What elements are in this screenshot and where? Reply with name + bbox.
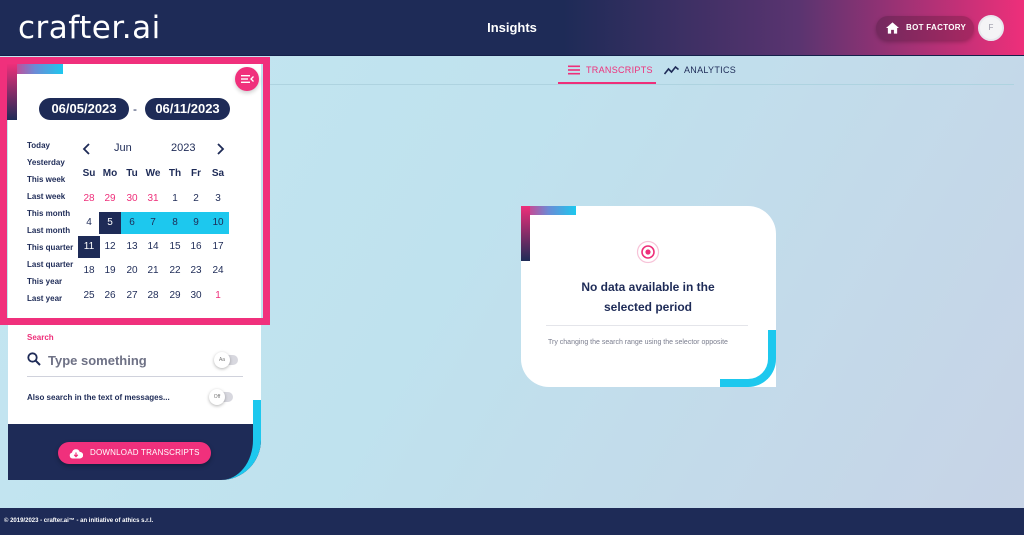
target-icon xyxy=(636,240,660,264)
top-bar: crafter.ai Insights BOT FACTORY F xyxy=(0,0,1024,56)
calendar-day[interactable]: 17 xyxy=(207,236,229,258)
tabs-divider xyxy=(270,84,1014,85)
empty-state-title-line: No data available in the xyxy=(581,280,715,294)
weekday-label: Th xyxy=(168,168,182,179)
weekday-label: Sa xyxy=(211,168,225,179)
weekday-label: Tu xyxy=(126,168,138,179)
calendar-day[interactable]: 28 xyxy=(142,285,164,307)
preset-last-week[interactable]: Last week xyxy=(27,192,65,201)
calendar-day[interactable]: 2 xyxy=(185,188,207,210)
calendar-day[interactable]: 16 xyxy=(185,236,207,258)
preset-yesterday[interactable]: Yesterday xyxy=(27,158,65,167)
calendar-day[interactable]: 12 xyxy=(99,236,121,258)
trend-chart-icon xyxy=(664,65,679,75)
search-input[interactable] xyxy=(48,351,208,369)
calendar-day[interactable]: 21 xyxy=(142,260,164,282)
calendar-day[interactable]: 7 xyxy=(142,212,164,234)
end-date-pill[interactable]: 06/11/2023 xyxy=(145,98,230,120)
calendar-day[interactable]: 13 xyxy=(121,236,143,258)
bot-factory-button[interactable]: BOT FACTORY xyxy=(876,16,974,40)
calendar-day[interactable]: 9 xyxy=(185,212,207,234)
calendar-day[interactable]: 10 xyxy=(207,212,229,234)
case-sensitive-toggle[interactable]: Aa xyxy=(214,352,238,368)
calendar-day[interactable]: 28 xyxy=(78,188,100,210)
weekday-label: Fr xyxy=(191,168,201,179)
list-icon xyxy=(568,65,580,75)
calendar-day[interactable]: 27 xyxy=(121,285,143,307)
calendar-day[interactable]: 6 xyxy=(121,212,143,234)
tab-analytics[interactable]: ANALYTICS xyxy=(664,64,754,84)
cloud-download-icon xyxy=(69,449,83,459)
calendar-day[interactable]: 8 xyxy=(164,212,186,234)
weekday-label: Mo xyxy=(102,168,118,179)
calendar-day[interactable]: 26 xyxy=(99,285,121,307)
empty-state-title-line: selected period xyxy=(603,300,693,314)
user-avatar[interactable]: F xyxy=(978,15,1004,41)
calendar-day-range-start[interactable]: 5 xyxy=(99,212,121,234)
calendar-day[interactable]: 30 xyxy=(121,188,143,210)
calendar-day[interactable]: 15 xyxy=(164,236,186,258)
preset-this-month[interactable]: This month xyxy=(27,209,70,218)
calendar-year[interactable]: 2023 xyxy=(171,142,195,154)
tab-transcripts[interactable]: TRANSCRIPTS xyxy=(558,64,656,84)
calendar-day[interactable]: 29 xyxy=(99,188,121,210)
page-title: Insights xyxy=(487,20,537,35)
toggle-knob: Aa xyxy=(214,352,230,368)
card-divider xyxy=(546,325,748,326)
calendar-day[interactable]: 1 xyxy=(164,188,186,210)
calendar-day[interactable]: 23 xyxy=(185,260,207,282)
calendar-day[interactable]: 14 xyxy=(142,236,164,258)
start-date-pill[interactable]: 06/05/2023 xyxy=(39,98,129,120)
calendar-day[interactable]: 24 xyxy=(207,260,229,282)
calendar-day[interactable]: 19 xyxy=(99,260,121,282)
tab-analytics-label: ANALYTICS xyxy=(684,65,737,75)
preset-this-week[interactable]: This week xyxy=(27,175,65,184)
empty-state-title: No data available in the selected period xyxy=(540,277,756,317)
search-underline xyxy=(27,376,243,377)
download-label: DOWNLOAD TRANSCRIPTS xyxy=(90,448,200,457)
empty-state-message: Try changing the search range using the … xyxy=(548,339,728,346)
preset-today[interactable]: Today xyxy=(27,141,50,150)
decorative-gradient-bar xyxy=(521,206,530,261)
decorative-gradient-bar xyxy=(7,64,17,120)
calendar-day-range-end[interactable]: 11 xyxy=(78,236,100,258)
menu-collapse-icon xyxy=(241,75,254,83)
also-search-label: Also search in the text of messages... xyxy=(27,393,170,402)
calendar-day[interactable]: 25 xyxy=(78,285,100,307)
home-icon xyxy=(886,22,899,34)
search-label: Search xyxy=(27,333,54,342)
tab-transcripts-label: TRANSCRIPTS xyxy=(586,65,653,75)
weekday-label: Su xyxy=(82,168,96,179)
calendar-day[interactable]: 29 xyxy=(164,285,186,307)
message-text-toggle[interactable]: Off xyxy=(209,389,233,405)
calendar-day[interactable]: 30 xyxy=(185,285,207,307)
toggle-knob: Off xyxy=(209,389,225,405)
bot-factory-label: BOT FACTORY xyxy=(906,23,967,32)
preset-last-year[interactable]: Last year xyxy=(27,294,62,303)
calendar-day[interactable]: 20 xyxy=(121,260,143,282)
footer-copyright: © 2019/2023 - crafter.ai™ - an initiativ… xyxy=(0,508,1024,535)
next-month-icon[interactable] xyxy=(215,142,225,156)
calendar-day[interactable]: 31 xyxy=(142,188,164,210)
calendar-day[interactable]: 4 xyxy=(78,212,100,234)
collapse-menu-button[interactable] xyxy=(235,67,259,91)
calendar-day[interactable]: 22 xyxy=(164,260,186,282)
preset-this-quarter[interactable]: This quarter xyxy=(27,243,73,252)
weekday-label: We xyxy=(145,168,161,179)
preset-last-quarter[interactable]: Last quarter xyxy=(27,260,73,269)
preset-last-month[interactable]: Last month xyxy=(27,226,70,235)
calendar-day[interactable]: 1 xyxy=(207,285,229,307)
calendar-day[interactable]: 18 xyxy=(78,260,100,282)
calendar-month[interactable]: Jun xyxy=(114,142,132,154)
calendar-day[interactable]: 3 xyxy=(207,188,229,210)
download-transcripts-button[interactable]: DOWNLOAD TRANSCRIPTS xyxy=(58,442,211,464)
prev-month-icon[interactable] xyxy=(82,142,92,156)
date-separator: - xyxy=(133,102,137,116)
search-icon xyxy=(27,352,41,366)
preset-this-year[interactable]: This year xyxy=(27,277,62,286)
